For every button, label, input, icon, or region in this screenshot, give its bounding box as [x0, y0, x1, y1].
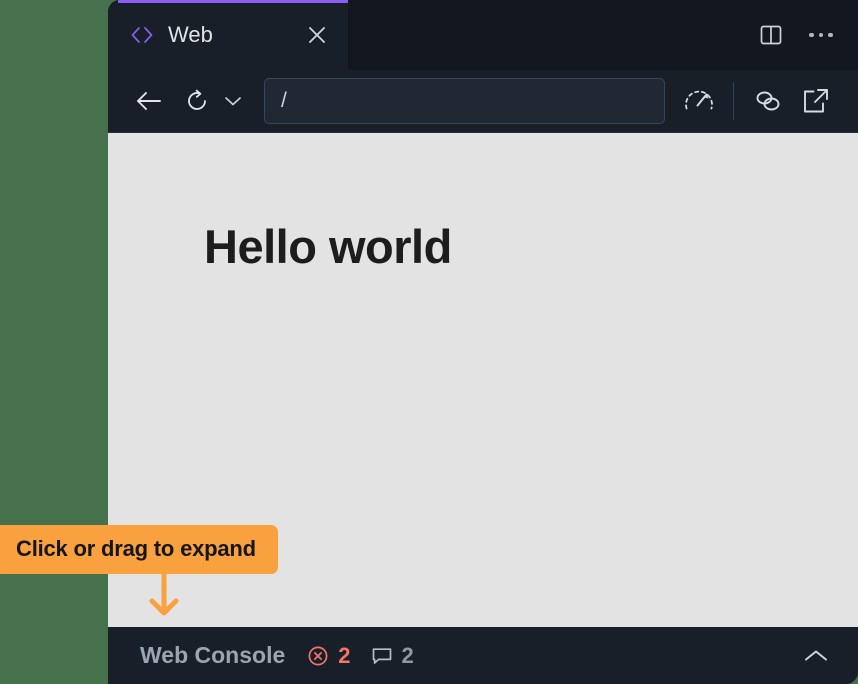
error-badge[interactable]: 2 — [307, 642, 351, 669]
navigation-toolbar: / — [108, 70, 858, 133]
code-brackets-icon — [130, 26, 154, 44]
open-external-icon[interactable] — [792, 79, 840, 123]
tab-bar-actions — [756, 0, 858, 70]
console-title: Web Console — [140, 642, 286, 668]
more-options-icon[interactable] — [806, 20, 836, 50]
page-viewport: Hello world — [108, 133, 858, 627]
tab-bar: Web — [108, 0, 858, 70]
error-count: 2 — [338, 642, 351, 668]
back-arrow-icon[interactable] — [128, 80, 170, 122]
tab-web[interactable]: Web — [108, 0, 348, 70]
message-badge[interactable]: 2 — [371, 643, 414, 669]
reload-icon[interactable] — [176, 80, 218, 122]
browser-preview-panel: Web / Hello world Web Console 2 2 — [108, 0, 858, 684]
error-circle-x-icon — [307, 645, 329, 667]
toolbar-divider — [733, 82, 734, 120]
tab-label: Web — [168, 22, 213, 47]
toolbar-actions — [675, 79, 840, 123]
page-heading: Hello world — [204, 220, 452, 273]
speech-bubble-icon — [371, 646, 393, 666]
reload-group — [176, 80, 246, 122]
link-icon[interactable] — [744, 79, 792, 123]
split-pane-icon[interactable] — [756, 20, 786, 50]
message-count: 2 — [401, 642, 414, 668]
performance-gauge-icon[interactable] — [675, 79, 723, 123]
web-console-bar[interactable]: Web Console 2 2 — [108, 627, 858, 684]
address-input-value[interactable]: / — [281, 89, 287, 113]
ellipsis-dots — [809, 32, 833, 38]
chevron-down-icon[interactable] — [220, 80, 246, 122]
close-icon[interactable] — [304, 22, 330, 48]
chevron-up-icon[interactable] — [796, 636, 836, 676]
address-bar[interactable]: / — [264, 78, 665, 124]
